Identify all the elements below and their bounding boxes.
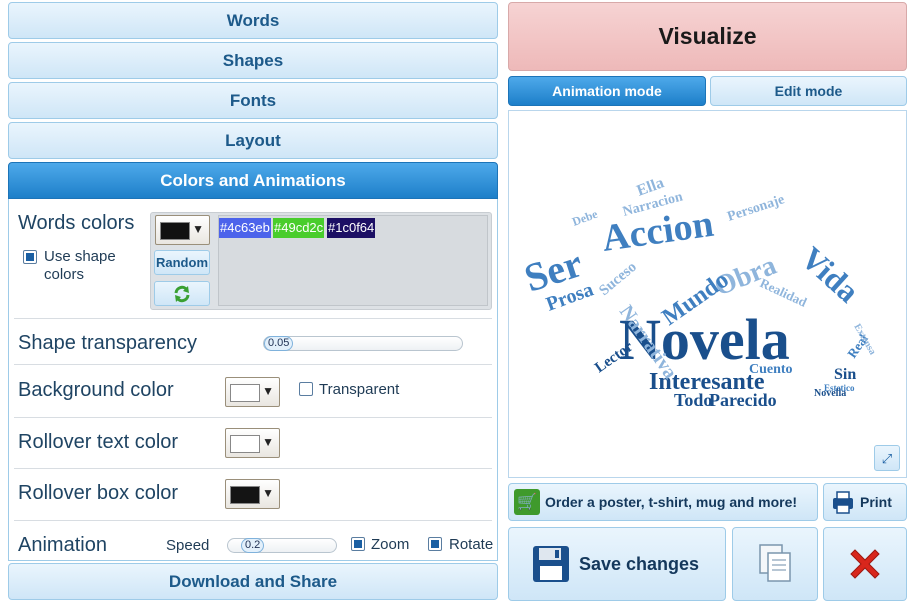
- print-button[interactable]: Print: [823, 483, 907, 521]
- color-chip-3[interactable]: #1c0f64: [327, 218, 376, 238]
- cart-icon: 🛒: [514, 489, 540, 515]
- floppy-disk-icon: [533, 546, 569, 582]
- cloud-word: Personaje: [726, 192, 787, 225]
- rollover-text-color-label: Rollover text color: [18, 431, 179, 453]
- rollover-text-color-picker[interactable]: ▼: [225, 428, 280, 458]
- cloud-word: Novella: [814, 388, 846, 399]
- rollover-box-color-swatch: [230, 486, 260, 504]
- cloud-word: Suceso: [596, 259, 639, 299]
- transparent-label: Transparent: [319, 381, 400, 398]
- cloud-word: Debe: [570, 207, 600, 229]
- accordion-layout[interactable]: Layout: [8, 122, 498, 159]
- word-cloud-canvas[interactable]: Novela Ser Accion Vida Interesante Obra …: [508, 110, 907, 478]
- accordion-words[interactable]: Words: [8, 2, 498, 39]
- print-label: Print: [860, 494, 892, 510]
- shape-transparency-value: 0.05: [264, 336, 294, 351]
- separator: [14, 520, 492, 521]
- rollover-box-color-picker[interactable]: ▼: [225, 479, 280, 509]
- separator: [14, 318, 492, 319]
- copy-icon: [759, 544, 791, 582]
- cloud-word: Realidad: [758, 275, 810, 310]
- background-color-swatch: [230, 384, 260, 402]
- accordion-fonts[interactable]: Fonts: [8, 82, 498, 119]
- order-products-button[interactable]: 🛒 Order a poster, t-shirt, mug and more!: [508, 483, 818, 521]
- random-button[interactable]: Random: [154, 250, 210, 275]
- separator: [14, 417, 492, 418]
- accordion-colors-animations[interactable]: Colors and Animations: [8, 162, 498, 199]
- tab-edit-mode[interactable]: Edit mode: [710, 76, 907, 106]
- fullscreen-icon: ⤢: [881, 450, 893, 466]
- words-color-picker[interactable]: ▼: [155, 215, 210, 245]
- save-changes-label: Save changes: [579, 553, 700, 574]
- separator: [14, 364, 492, 365]
- close-icon: [850, 549, 880, 579]
- refresh-colors-button[interactable]: [154, 281, 210, 306]
- cloud-word: Sin: [834, 366, 856, 383]
- visualize-button[interactable]: Visualize: [508, 2, 907, 71]
- words-color-swatch: [160, 222, 190, 240]
- separator: [14, 468, 492, 469]
- background-color-label: Background color: [18, 379, 174, 401]
- order-products-label: Order a poster, t-shirt, mug and more!: [545, 494, 798, 510]
- shape-transparency-label: Shape transparency: [18, 332, 198, 354]
- transparent-checkbox[interactable]: [299, 382, 313, 396]
- delete-button[interactable]: [823, 527, 907, 601]
- zoom-checkbox[interactable]: [351, 537, 365, 551]
- cloud-word: Parecido: [709, 390, 777, 410]
- color-chip-1[interactable]: #4c63eb: [219, 218, 271, 238]
- animation-label: Animation: [18, 534, 107, 556]
- chevron-down-icon: ▼: [192, 222, 204, 236]
- cloud-word: Todo: [674, 390, 712, 410]
- save-changes-button[interactable]: Save changes: [508, 527, 726, 601]
- cloud-word: Accion: [599, 203, 716, 260]
- accordion-shapes[interactable]: Shapes: [8, 42, 498, 79]
- use-shape-colors-label: Use shape colors: [44, 248, 116, 283]
- speed-slider[interactable]: 0.2: [227, 538, 337, 553]
- speed-value: 0.2: [241, 538, 265, 553]
- chevron-down-icon: ▼: [262, 486, 274, 500]
- rollover-text-color-swatch: [230, 435, 260, 453]
- use-shape-colors-checkbox[interactable]: [23, 250, 37, 264]
- chevron-down-icon: ▼: [262, 384, 274, 398]
- duplicate-button[interactable]: [732, 527, 818, 601]
- refresh-icon: [174, 285, 190, 302]
- word-cloud: Novela Ser Accion Vida Interesante Obra …: [519, 174, 878, 410]
- printer-icon: [833, 491, 853, 514]
- rotate-checkbox[interactable]: [428, 537, 442, 551]
- chevron-down-icon: ▼: [262, 435, 274, 449]
- rotate-label: Rotate: [449, 536, 494, 553]
- speed-label: Speed: [166, 537, 210, 554]
- background-color-picker[interactable]: ▼: [225, 377, 280, 407]
- shape-transparency-slider[interactable]: 0.05: [263, 336, 463, 351]
- words-colors-label: Words colors: [18, 212, 135, 234]
- color-chip-2[interactable]: #49cd2c: [273, 218, 325, 238]
- zoom-label: Zoom: [371, 536, 410, 553]
- cloud-word: Cuento: [749, 362, 793, 377]
- rollover-box-color-label: Rollover box color: [18, 482, 179, 504]
- tab-animation-mode[interactable]: Animation mode: [508, 76, 706, 106]
- accordion-download-share[interactable]: Download and Share: [8, 563, 498, 600]
- fullscreen-button[interactable]: ⤢: [874, 445, 900, 471]
